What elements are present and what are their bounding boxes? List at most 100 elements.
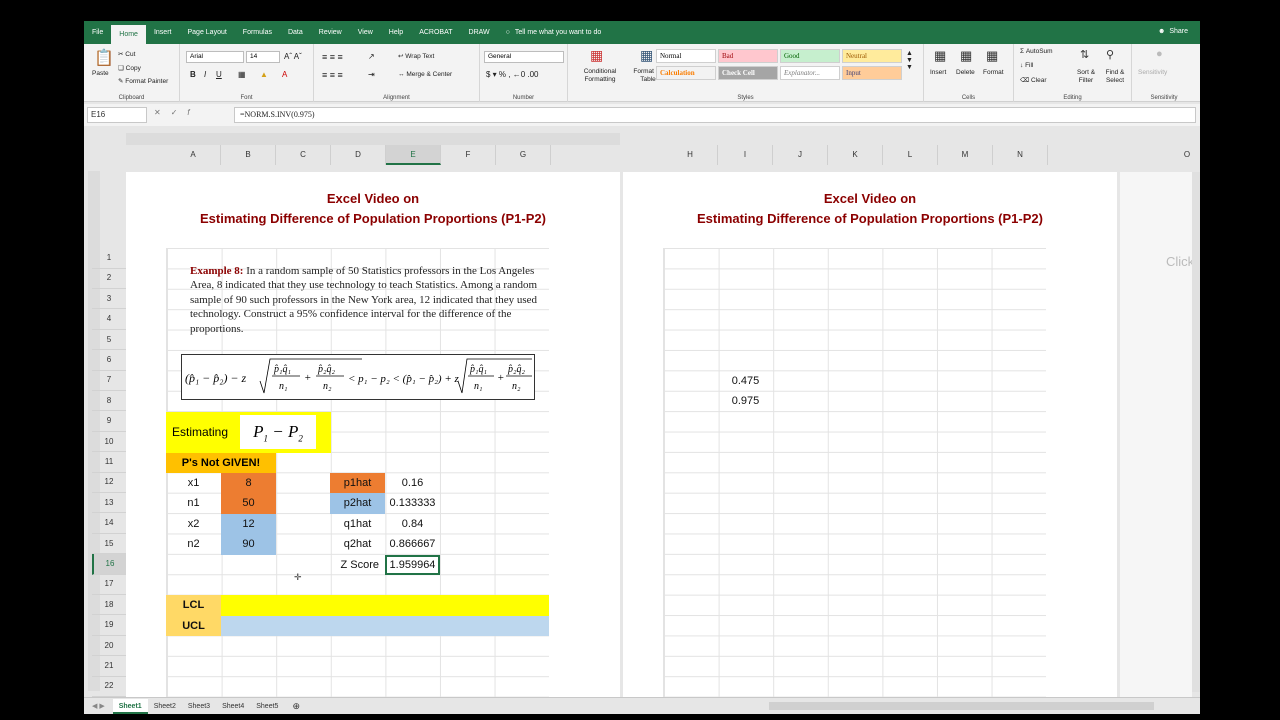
input-label-x2[interactable]: x2 <box>166 514 221 534</box>
calc-value-z-score[interactable]: 1.959964 <box>385 554 440 575</box>
tab-acrobat[interactable]: ACROBAT <box>411 21 460 44</box>
row-header-21[interactable]: 21 <box>92 656 126 677</box>
row-header-1[interactable]: 1 <box>92 248 126 269</box>
sheet-tab-5[interactable]: Sheet5 <box>250 699 284 714</box>
column-header-c[interactable]: C <box>276 145 331 165</box>
row-header-7[interactable]: 7 <box>92 370 126 391</box>
input-value-n2[interactable]: 90 <box>221 534 276 555</box>
horizontal-align-icons[interactable]: ≡ ≡ ≡ <box>322 70 343 80</box>
tab-file[interactable]: File <box>84 21 111 44</box>
row-header-13[interactable]: 13 <box>92 493 126 514</box>
sheet-nav-icons[interactable]: ◀ ▶ <box>84 702 113 710</box>
input-label-x1[interactable]: x1 <box>166 473 221 493</box>
row-header-2[interactable]: 2 <box>92 268 126 289</box>
tab-home[interactable]: Home <box>111 25 146 44</box>
sensitivity-button[interactable]: Sensitivity <box>1138 69 1167 76</box>
ps-not-given-header[interactable]: P's Not GIVEN! <box>166 453 276 473</box>
row-header-12[interactable]: 12 <box>92 472 126 493</box>
column-header-o[interactable]: O <box>1160 145 1200 165</box>
tab-formulas[interactable]: Formulas <box>235 21 280 44</box>
delete-button[interactable]: Delete <box>956 69 975 76</box>
fill-color-icon[interactable]: ▲ <box>260 70 268 79</box>
calc-label-q2hat[interactable]: q2hat <box>330 534 385 554</box>
font-size-select[interactable]: 14 <box>246 51 280 63</box>
tab-insert[interactable]: Insert <box>146 21 180 44</box>
clear-button[interactable]: ⌫ Clear <box>1020 76 1047 84</box>
share-button[interactable]: ☻ Share <box>1158 28 1188 35</box>
ucl-label[interactable]: UCL <box>166 615 221 637</box>
tab-help[interactable]: Help <box>381 21 411 44</box>
paste-icon[interactable]: 📋 <box>94 48 114 68</box>
font-name-select[interactable]: Arial <box>186 51 244 63</box>
row-header-14[interactable]: 14 <box>92 513 126 534</box>
row-header-15[interactable]: 15 <box>92 534 126 555</box>
find-select-icon[interactable]: ⚲ <box>1106 48 1114 61</box>
sheet-tab-3[interactable]: Sheet3 <box>182 699 216 714</box>
grow-font-button[interactable]: Aˆ Aˇ <box>284 52 302 61</box>
calc-label-z-score[interactable]: Z Score <box>330 555 385 575</box>
row-header-18[interactable]: 18 <box>92 595 126 616</box>
enter-icon[interactable]: ✓ <box>171 108 178 117</box>
style-normal[interactable]: Normal <box>656 49 716 63</box>
row-header-16[interactable]: 16 <box>92 554 126 575</box>
style-neutral[interactable]: Neutral <box>842 49 902 63</box>
insert-button[interactable]: Insert <box>930 69 946 76</box>
autosum-button[interactable]: Σ AutoSum <box>1020 48 1053 55</box>
input-value-n1[interactable]: 50 <box>221 493 276 514</box>
input-value-x2[interactable]: 12 <box>221 513 276 535</box>
tab-view[interactable]: View <box>350 21 381 44</box>
sheet-tab-2[interactable]: Sheet2 <box>148 699 182 714</box>
copy-button[interactable]: ❏ Copy <box>118 64 141 72</box>
click-to-add-text[interactable]: Click <box>1166 254 1194 269</box>
cut-button[interactable]: ✂ Cut <box>118 50 135 58</box>
page2-cell-grid[interactable] <box>663 248 1046 698</box>
delete-cells-icon[interactable]: ▦ <box>960 48 972 64</box>
row-header-19[interactable]: 19 <box>92 615 126 636</box>
style-good[interactable]: Good <box>780 49 840 63</box>
orientation-icon[interactable]: ↗ <box>368 52 375 61</box>
tab-data[interactable]: Data <box>280 21 311 44</box>
row-header-10[interactable]: 10 <box>92 432 126 453</box>
column-header-f[interactable]: F <box>441 145 496 165</box>
sheet-tab-1[interactable]: Sheet1 <box>112 698 148 714</box>
row-header-8[interactable]: 8 <box>92 391 126 412</box>
column-header-l[interactable]: L <box>883 145 938 165</box>
vertical-align-icons[interactable]: ≡ ≡ ≡ <box>322 52 343 62</box>
row-header-22[interactable]: 22 <box>92 676 126 697</box>
column-header-k[interactable]: K <box>828 145 883 165</box>
row-header-3[interactable]: 3 <box>92 289 126 310</box>
styles-scroll-icon[interactable]: ▲ ▼ ▼ <box>906 50 913 71</box>
row-header-4[interactable]: 4 <box>92 309 126 330</box>
number-format-icons[interactable]: $ ▾ % , ←0 .00 <box>486 70 538 79</box>
calc-value-q1hat[interactable]: 0.84 <box>385 514 440 534</box>
merge-center-button[interactable]: ↔ Merge & Center <box>398 71 452 78</box>
row-header-9[interactable]: 9 <box>92 411 126 432</box>
wrap-text-button[interactable]: ↩ Wrap Text <box>398 52 434 60</box>
column-header-n[interactable]: N <box>993 145 1048 165</box>
calc-label-p2hat[interactable]: p2hat <box>330 493 385 514</box>
column-header-i[interactable]: I <box>718 145 773 165</box>
cancel-icon[interactable]: ✕ <box>154 108 161 117</box>
lcl-value-cell[interactable] <box>221 595 549 616</box>
font-color-icon[interactable]: A <box>282 70 287 79</box>
style-input[interactable]: Input <box>842 66 902 80</box>
insert-cells-icon[interactable]: ▦ <box>934 48 946 64</box>
style-calculation[interactable]: Calculation <box>656 66 716 80</box>
style-explanatory[interactable]: Explanator... <box>780 66 840 80</box>
tab-review[interactable]: Review <box>311 21 350 44</box>
ucl-value-cell[interactable] <box>221 615 549 637</box>
row-header-5[interactable]: 5 <box>92 330 126 351</box>
conditional-formatting-icon[interactable]: ▦ <box>590 47 603 64</box>
row-header-20[interactable]: 20 <box>92 636 126 657</box>
paste-button[interactable]: Paste <box>92 70 109 77</box>
conditional-formatting-button[interactable]: Conditional Formatting <box>574 68 626 84</box>
format-table-icon[interactable]: ▦ <box>640 47 653 64</box>
column-header-a[interactable]: A <box>166 145 221 165</box>
style-check-cell[interactable]: Check Cell <box>718 66 778 80</box>
formula-input[interactable]: =NORM.S.INV(0.975) <box>234 107 1196 123</box>
fill-button[interactable]: ↓ Fill <box>1020 62 1033 69</box>
sort-filter-button[interactable]: Sort & Filter <box>1072 69 1100 85</box>
lcl-label[interactable]: LCL <box>166 595 221 616</box>
input-label-n2[interactable]: n2 <box>166 534 221 554</box>
row-header-11[interactable]: 11 <box>92 452 126 473</box>
